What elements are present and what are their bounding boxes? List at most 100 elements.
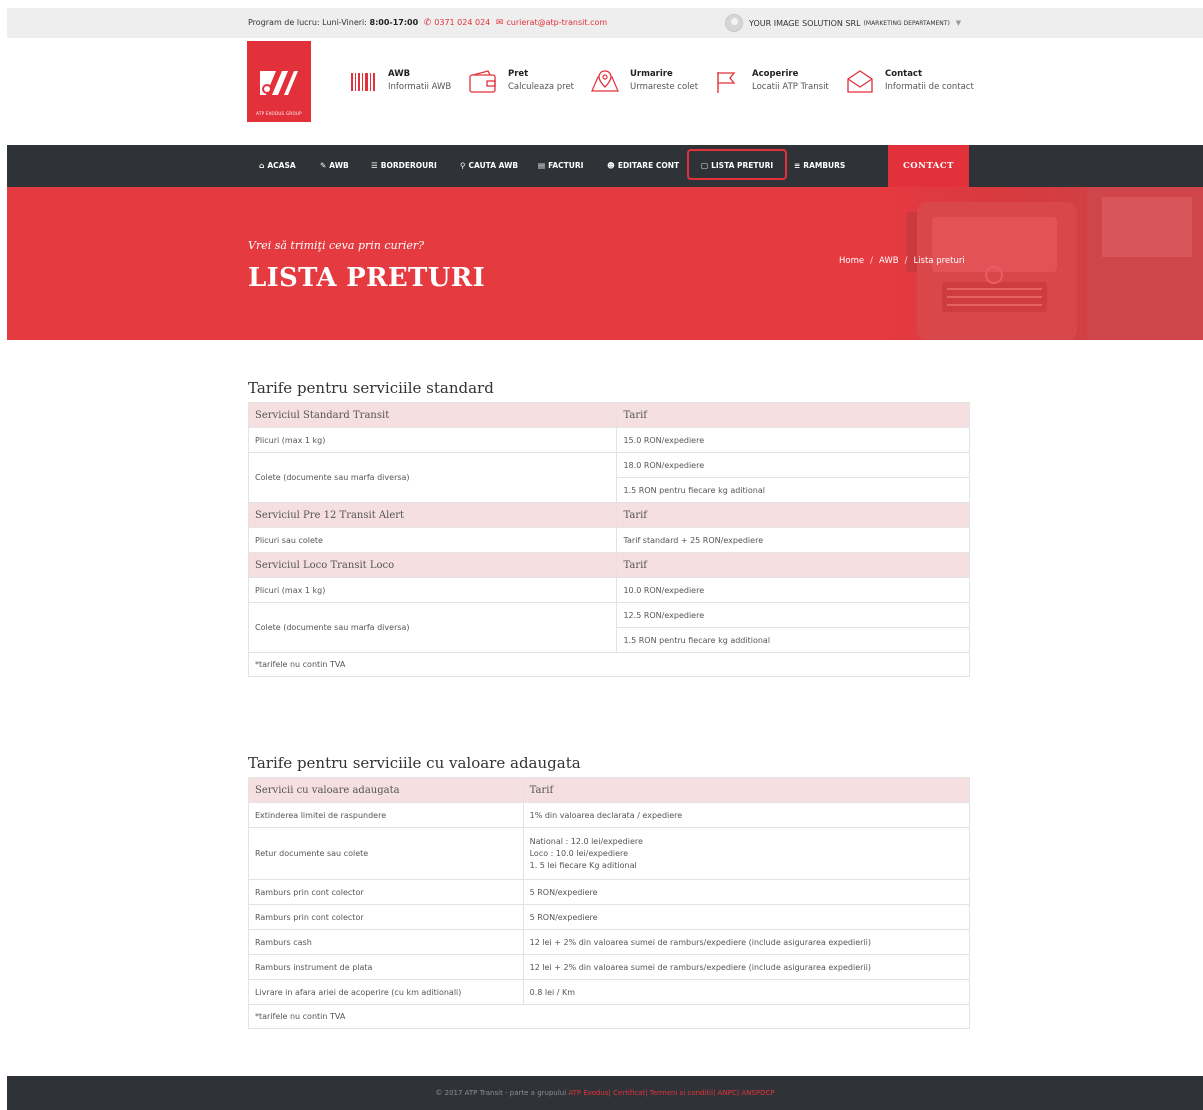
envelope-icon xyxy=(847,70,873,93)
nav-item-label: AWB xyxy=(329,161,349,170)
header-item-awb[interactable]: AWB Informatii AWB xyxy=(348,68,451,95)
price-cell: 15.0 RON/expediere xyxy=(616,427,970,453)
nav-item-facturi[interactable]: ▤ FACTURI xyxy=(538,145,583,187)
service-cell: Colete (documente sau marfa diversa) xyxy=(247,602,618,653)
service-cell: Plicuri (max 1 kg) xyxy=(247,577,618,603)
breadcrumb-current: Lista preturi xyxy=(913,256,965,266)
service-cell: Ramburs instrument de plata xyxy=(248,954,524,980)
table-row: Plicuri (max 1 kg) 15.0 RON/expediere xyxy=(247,427,970,453)
price-cell: 1.5 RON pentru fiecare kg aditional xyxy=(616,477,970,503)
added-value-price-table: Servicii cu valoare adaugata Tarif Extin… xyxy=(248,777,971,1029)
price-cell: 1% din valoarea declarata / expediere xyxy=(522,802,971,828)
logo[interactable]: ATP EXODUS GROUP xyxy=(247,41,311,122)
nav-item-label: ACASA xyxy=(267,161,296,170)
main-nav: ⌂ ACASA ✎ AWB ☰ BORDEROURI ⚲ CAUTA AWB ▤ FACT… xyxy=(7,145,1203,187)
tarif-header: Tarif xyxy=(616,402,970,428)
header-item-subtitle: Urmareste colet xyxy=(630,82,699,92)
contact-info: Program de lucru: Luni-Vineri: 8:00-17:0… xyxy=(248,18,607,28)
nav-item-label: RAMBURS xyxy=(803,161,846,170)
chevron-down-icon: ▼ xyxy=(955,19,962,27)
table-note-row: *tarifele nu contin TVA xyxy=(248,1004,970,1029)
header-item-pret[interactable]: Pret Calculeaza pret xyxy=(468,68,574,95)
nav-item-awb[interactable]: ✎ AWB xyxy=(320,145,349,187)
price-cell: 5 RON/expediere xyxy=(522,904,971,930)
service-cell: Ramburs prin cont colector xyxy=(248,904,524,930)
price-line: National : 12.0 lei/expediere xyxy=(529,836,643,846)
tarif-header: Tarif xyxy=(522,777,971,803)
table-row: Ramburs cash 12 lei + 2% din valoarea su… xyxy=(248,929,971,955)
breadcrumb-awb[interactable]: AWB xyxy=(879,256,899,266)
added-section-title: Tarife pentru serviciile cu valoare adau… xyxy=(248,754,581,772)
menu-icon: ≡ xyxy=(794,161,801,170)
price-cell: Tarif standard + 25 RON/expediere xyxy=(616,527,970,553)
header-item-subtitle: Locatii ATP Transit xyxy=(752,82,829,92)
price-cell: 12 lei + 2% din valoarea sumei de rambur… xyxy=(522,929,971,955)
table-header-row: Serviciul Standard Transit Tarif xyxy=(247,402,970,428)
pencil-icon: ✎ xyxy=(320,161,327,170)
user-department: (MARKETING DEPARTAMENT) xyxy=(863,19,950,27)
service-cell: Retur documente sau colete xyxy=(248,827,524,880)
table-header-row: Serviciul Loco Transit Loco Tarif xyxy=(247,552,970,578)
page-banner: Vrei să trimiţi ceva prin curier? LISTA … xyxy=(7,187,1203,340)
header-item-subtitle: Informatii de contact xyxy=(885,82,974,92)
table-row: Plicuri sau colete Tarif standard + 25 R… xyxy=(247,527,970,553)
nav-item-label: FACTURI xyxy=(548,161,584,170)
header-item-acoperire[interactable]: Acoperire Locatii ATP Transit xyxy=(712,68,829,95)
header-item-title: Pret xyxy=(508,69,529,79)
user-menu[interactable]: YOUR IMAGE SOLUTION SRL (MARKETING DEPAR… xyxy=(725,14,961,32)
banner-lead: Vrei să trimiţi ceva prin curier? xyxy=(248,239,425,252)
breadcrumb-home[interactable]: Home xyxy=(839,256,864,266)
tarif-header: Tarif xyxy=(616,502,970,528)
table-row: Ramburs prin cont colector 5 RON/expedie… xyxy=(248,879,971,905)
page-title: LISTA PRETURI xyxy=(248,263,486,293)
nav-item-cauta-awb[interactable]: ⚲ CAUTA AWB xyxy=(460,145,518,187)
footer-link-atp-exodus[interactable]: ATP Exodus xyxy=(568,1089,608,1097)
nav-item-ramburs[interactable]: ≡ RAMBURS xyxy=(794,145,845,187)
footer-link-termeni[interactable]: Termeni si conditii xyxy=(650,1089,713,1097)
hours-label: Program de lucru: Luni-Vineri: xyxy=(248,18,367,27)
footer-link-anpc[interactable]: ANPC xyxy=(718,1089,737,1097)
nav-item-label: EDITARE CONT xyxy=(617,161,680,170)
table-row: Plicuri (max 1 kg) 10.0 RON/expediere xyxy=(247,577,970,603)
price-list-icon: ▢ xyxy=(701,161,709,170)
footer-link-anspdcp[interactable]: ANSPDCP xyxy=(741,1089,774,1097)
nav-item-lista-preturi[interactable]: ▢ LISTA PRETURI xyxy=(687,149,788,180)
map-pin-icon xyxy=(591,70,619,92)
list-icon: ☰ xyxy=(371,161,378,170)
site-footer: © 2017 ATP Transit - parte a grupului AT… xyxy=(7,1076,1203,1110)
price-cell: National : 12.0 lei/expediere Loco : 10.… xyxy=(522,827,971,880)
home-icon: ⌂ xyxy=(259,161,265,170)
table-row: Retur documente sau colete National : 12… xyxy=(248,827,971,880)
nav-item-acasa[interactable]: ⌂ ACASA xyxy=(259,145,296,187)
nav-item-label: LISTA PRETURI xyxy=(711,161,774,170)
service-header: Servicii cu valoare adaugata xyxy=(248,777,524,803)
nav-item-label: CAUTA AWB xyxy=(468,161,519,170)
contact-button[interactable]: CONTACT xyxy=(888,145,969,187)
phone-link[interactable]: 0371 024 024 xyxy=(434,18,490,27)
breadcrumb: Home / AWB / Lista preturi xyxy=(839,256,965,266)
header-item-title: AWB xyxy=(388,69,411,79)
wallet-icon xyxy=(469,70,496,93)
table-note-row: *tarifele nu contin TVA xyxy=(248,652,970,677)
search-icon: ⚲ xyxy=(460,161,466,170)
nav-item-borderouri[interactable]: ☰ BORDEROURI xyxy=(371,145,437,187)
price-cell: 18.0 RON/expediere xyxy=(616,452,970,478)
tarif-header: Tarif xyxy=(616,552,970,578)
header-item-subtitle: Informatii AWB xyxy=(388,82,452,92)
table-row: Extinderea limitei de raspundere 1% din … xyxy=(248,802,971,828)
table-row: Livrare in afara ariei de acoperire (cu … xyxy=(248,979,971,1005)
copyright-text: © 2017 ATP Transit - parte a grupului xyxy=(435,1089,567,1097)
user-name: YOUR IMAGE SOLUTION SRL xyxy=(749,18,861,28)
service-cell: Colete (documente sau marfa diversa) xyxy=(247,452,618,503)
service-cell: Plicuri sau colete xyxy=(247,527,618,553)
service-cell: Ramburs prin cont colector xyxy=(248,879,524,905)
header-item-title: Urmarire xyxy=(630,69,673,79)
nav-item-editare-cont[interactable]: ☻ EDITARE CONT xyxy=(607,145,679,187)
logo-mark-icon xyxy=(260,71,298,95)
header-item-urmarire[interactable]: Urmarire Urmareste colet xyxy=(590,68,698,95)
standard-section-title: Tarife pentru serviciile standard xyxy=(248,379,494,397)
footer-link-certificat[interactable]: Certificat xyxy=(613,1089,645,1097)
email-link[interactable]: curierat@atp-transit.com xyxy=(506,18,607,27)
header-item-contact[interactable]: Contact Informatii de contact xyxy=(845,68,974,95)
hours-value: 8:00-17:00 xyxy=(369,18,419,27)
